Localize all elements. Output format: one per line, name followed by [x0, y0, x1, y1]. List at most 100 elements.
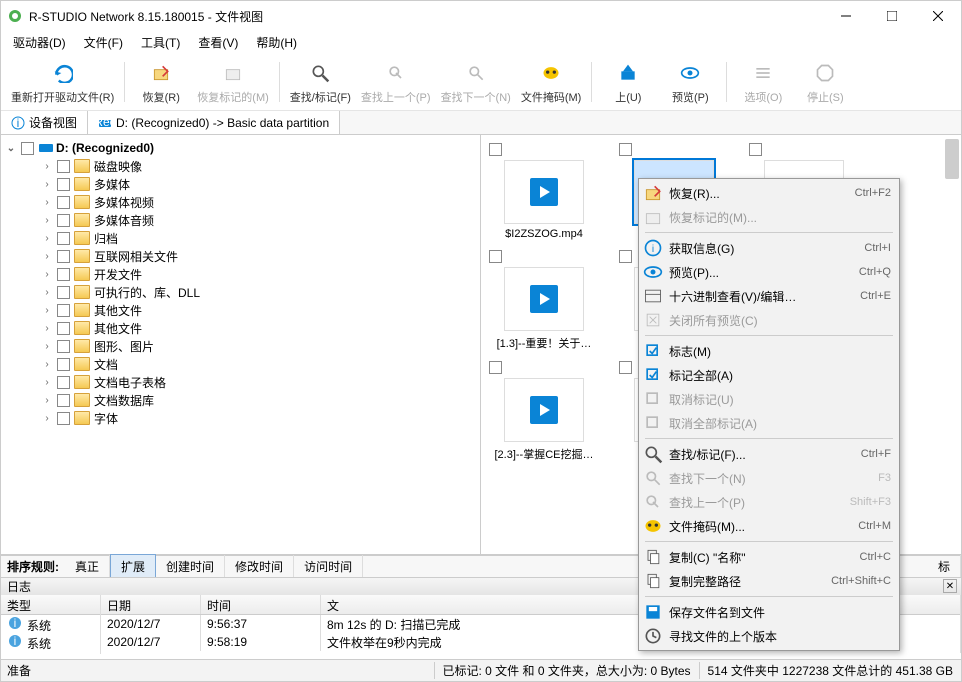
tree-item[interactable]: ›字体: [1, 409, 480, 427]
tree-item[interactable]: ›开发文件: [1, 265, 480, 283]
menu-history[interactable]: 寻找文件的上个版本: [639, 624, 899, 648]
expand-icon[interactable]: ›: [41, 395, 53, 406]
file-thumb[interactable]: [2.3]--掌握CE挖掘…: [489, 361, 599, 462]
tree-item[interactable]: ›其他文件: [1, 301, 480, 319]
checkbox[interactable]: [21, 142, 34, 155]
checkbox[interactable]: [57, 376, 70, 389]
checkbox[interactable]: [57, 322, 70, 335]
menu-tools[interactable]: 工具(T): [133, 32, 188, 53]
checkbox[interactable]: [489, 250, 502, 263]
sort-ext[interactable]: 扩展: [110, 554, 156, 579]
checkbox[interactable]: [57, 178, 70, 191]
expand-icon[interactable]: ›: [41, 287, 53, 298]
menu-unmark[interactable]: 取消标记(U): [639, 387, 899, 411]
toolbar-stop[interactable]: 停止(S): [795, 57, 855, 107]
checkbox[interactable]: [619, 361, 632, 374]
checkbox[interactable]: [749, 143, 762, 156]
checkbox[interactable]: [57, 286, 70, 299]
menu-info[interactable]: i获取信息(G)Ctrl+I: [639, 236, 899, 260]
menu-recover-marked[interactable]: 恢复标记的(M)...: [639, 205, 899, 229]
tree-item[interactable]: ›多媒体音频: [1, 211, 480, 229]
toolbar-mask[interactable]: 文件掩码(M): [517, 57, 586, 107]
menu-mark-all[interactable]: 标记全部(A): [639, 363, 899, 387]
toolbar-options[interactable]: 选项(O): [733, 57, 793, 107]
menu-view[interactable]: 查看(V): [190, 32, 246, 53]
file-thumb[interactable]: $I2ZSZOG.mp4: [489, 143, 599, 240]
checkbox[interactable]: [57, 304, 70, 317]
checkbox[interactable]: [57, 160, 70, 173]
tree-item[interactable]: ›互联网相关文件: [1, 247, 480, 265]
tree-item[interactable]: ›多媒体视频: [1, 193, 480, 211]
folder-tree[interactable]: ⌄D: (Recognized0)›磁盘映像›多媒体›多媒体视频›多媒体音频›归…: [1, 135, 481, 554]
checkbox[interactable]: [619, 143, 632, 156]
toolbar-find-next[interactable]: 查找下一个(N): [437, 57, 515, 107]
toolbar-recover[interactable]: 恢复(R): [131, 57, 191, 107]
menu-mask[interactable]: 文件掩码(M)...Ctrl+M: [639, 514, 899, 538]
close-button[interactable]: [915, 1, 961, 31]
col-type[interactable]: 类型: [1, 595, 101, 614]
checkbox[interactable]: [57, 250, 70, 263]
menu-find[interactable]: 查找/标记(F)...Ctrl+F: [639, 442, 899, 466]
checkbox[interactable]: [619, 250, 632, 263]
tree-item[interactable]: ›其他文件: [1, 319, 480, 337]
expand-icon[interactable]: ›: [41, 341, 53, 352]
checkbox[interactable]: [57, 340, 70, 353]
sort-atime[interactable]: 访问时间: [294, 555, 363, 578]
tree-root[interactable]: ⌄D: (Recognized0): [1, 139, 480, 157]
menu-close-all[interactable]: 关闭所有预览(C): [639, 308, 899, 332]
menu-file[interactable]: 文件(F): [76, 32, 131, 53]
maximize-button[interactable]: [869, 1, 915, 31]
sort-extra[interactable]: 标: [928, 555, 961, 578]
checkbox[interactable]: [57, 232, 70, 245]
sort-ctime[interactable]: 创建时间: [156, 555, 225, 578]
tree-item[interactable]: ›文档: [1, 355, 480, 373]
menu-help[interactable]: 帮助(H): [248, 32, 305, 53]
checkbox[interactable]: [57, 394, 70, 407]
toolbar-find-prev[interactable]: 查找上一个(P): [357, 57, 435, 107]
expand-icon[interactable]: ›: [41, 233, 53, 244]
expand-icon[interactable]: ›: [41, 269, 53, 280]
log-close-button[interactable]: ✕: [943, 579, 957, 593]
expand-icon[interactable]: ›: [41, 251, 53, 262]
menu-recover[interactable]: 恢复(R)...Ctrl+F2: [639, 181, 899, 205]
checkbox[interactable]: [489, 143, 502, 156]
tab-device-view[interactable]: i 设备视图: [1, 111, 88, 134]
expand-icon[interactable]: ›: [41, 413, 53, 424]
scrollbar-thumb[interactable]: [945, 139, 959, 179]
checkbox[interactable]: [57, 412, 70, 425]
collapse-icon[interactable]: ⌄: [5, 143, 17, 154]
toolbar-preview[interactable]: 预览(P): [660, 57, 720, 107]
expand-icon[interactable]: ›: [41, 197, 53, 208]
menu-unmark-all[interactable]: 取消全部标记(A): [639, 411, 899, 435]
menu-copy[interactable]: 复制(C) "名称"Ctrl+C: [639, 545, 899, 569]
checkbox[interactable]: [57, 358, 70, 371]
tree-item[interactable]: ›文档电子表格: [1, 373, 480, 391]
tab-partition[interactable]: Rec D: (Recognized0) -> Basic data parti…: [88, 111, 340, 134]
sort-real[interactable]: 真正: [65, 555, 110, 578]
checkbox[interactable]: [57, 268, 70, 281]
tree-item[interactable]: ›文档数据库: [1, 391, 480, 409]
col-time[interactable]: 时间: [201, 595, 321, 614]
expand-icon[interactable]: ›: [41, 377, 53, 388]
expand-icon[interactable]: ›: [41, 323, 53, 334]
expand-icon[interactable]: ›: [41, 161, 53, 172]
menu-drive[interactable]: 驱动器(D): [5, 32, 74, 53]
expand-icon[interactable]: ›: [41, 359, 53, 370]
menu-copy-path[interactable]: 复制完整路径Ctrl+Shift+C: [639, 569, 899, 593]
tree-item[interactable]: ›多媒体: [1, 175, 480, 193]
tree-item[interactable]: ›可执行的、库、DLL: [1, 283, 480, 301]
menu-flag[interactable]: 标志(M): [639, 339, 899, 363]
menu-preview[interactable]: 预览(P)...Ctrl+Q: [639, 260, 899, 284]
toolbar-find[interactable]: 查找/标记(F): [286, 57, 355, 107]
toolbar-refresh[interactable]: 重新打开驱动文件(R): [7, 57, 118, 107]
expand-icon[interactable]: ›: [41, 179, 53, 190]
col-date[interactable]: 日期: [101, 595, 201, 614]
menu-save[interactable]: 保存文件名到文件: [639, 600, 899, 624]
tree-item[interactable]: ›磁盘映像: [1, 157, 480, 175]
menu-find-next[interactable]: 查找下一个(N)F3: [639, 466, 899, 490]
checkbox[interactable]: [57, 196, 70, 209]
expand-icon[interactable]: ›: [41, 305, 53, 316]
expand-icon[interactable]: ›: [41, 215, 53, 226]
toolbar-up[interactable]: 上(U): [598, 57, 658, 107]
minimize-button[interactable]: [823, 1, 869, 31]
